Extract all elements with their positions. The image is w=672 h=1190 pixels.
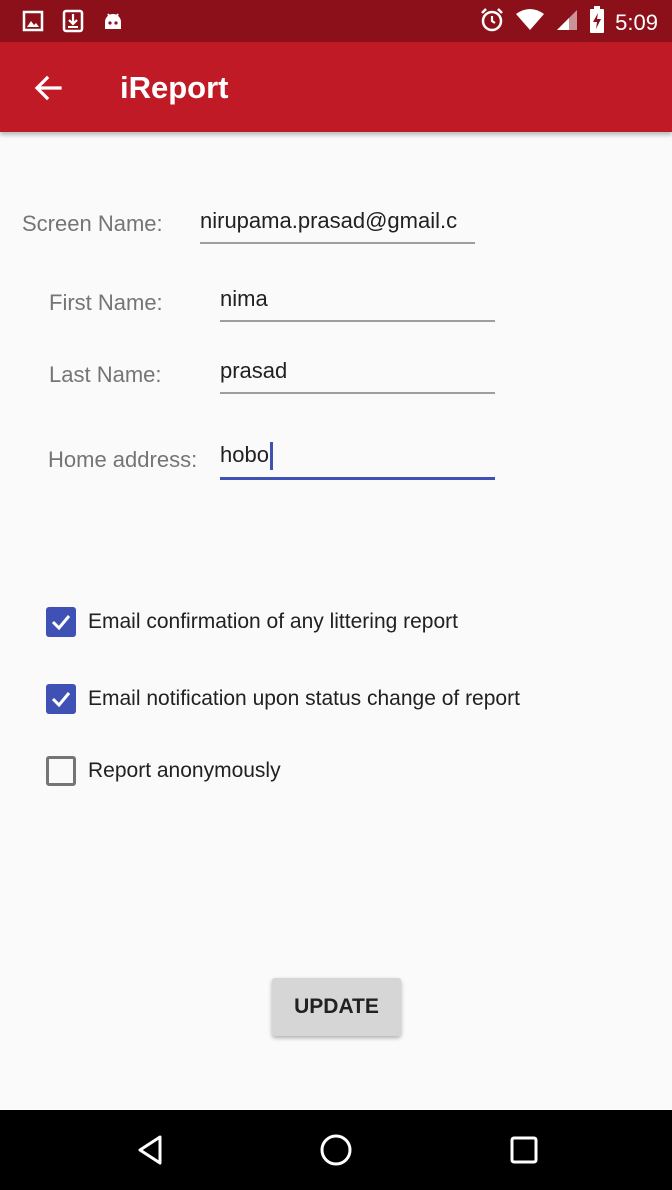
android-icon — [102, 10, 124, 37]
first-name-field[interactable]: nima — [220, 274, 495, 322]
wifi-icon — [515, 8, 545, 37]
home-address-field[interactable]: hobo — [220, 432, 495, 480]
last-name-underline — [220, 392, 495, 394]
text-cursor — [269, 442, 273, 470]
home-address-value: hobo — [220, 441, 269, 467]
screen-name-value: nirupama.prasad@gmail.c — [200, 208, 458, 233]
notification-icons — [22, 9, 124, 38]
navigation-bar — [0, 1110, 672, 1190]
battery-charging-icon — [589, 6, 605, 39]
nav-home-icon[interactable] — [318, 1132, 354, 1168]
checkbox-label: Email confirmation of any littering repo… — [88, 610, 458, 633]
screen-name-label: Screen Name: — [22, 211, 163, 236]
download-icon — [62, 9, 84, 38]
nav-back-icon[interactable] — [132, 1132, 168, 1168]
nav-recents-icon[interactable] — [506, 1132, 542, 1168]
status-bar: 5:09 — [0, 0, 672, 42]
screen-name-underline — [200, 242, 475, 244]
last-name-value: prasad — [220, 358, 288, 383]
home-address-underline — [220, 477, 495, 480]
app-title: iReport — [120, 70, 229, 105]
checkbox-email-notification[interactable]: Email notification upon status change of… — [46, 684, 520, 714]
last-name-label: Last Name: — [49, 362, 162, 387]
home-address-label: Home address: — [48, 447, 198, 472]
image-icon — [22, 10, 44, 37]
update-button[interactable]: UPDATE — [272, 978, 401, 1036]
home-address-value-wrap: hobo — [220, 442, 273, 470]
checkbox-label: Email notification upon status change of… — [88, 687, 520, 710]
app-bar: iReport — [0, 42, 672, 132]
first-name-underline — [220, 320, 495, 322]
first-name-label: First Name: — [49, 290, 163, 315]
checkbox-report-anonymously[interactable]: Report anonymously — [46, 756, 281, 786]
alarm-icon — [479, 7, 505, 38]
last-name-field[interactable]: prasad — [220, 346, 495, 394]
checkbox-checked-icon[interactable] — [46, 684, 76, 714]
checkbox-unchecked-icon[interactable] — [46, 756, 76, 786]
checkbox-label: Report anonymously — [88, 759, 281, 782]
clock-time: 5:09 — [615, 9, 658, 35]
first-name-value: nima — [220, 286, 268, 311]
checkbox-email-confirmation[interactable]: Email confirmation of any littering repo… — [46, 607, 458, 637]
back-arrow-icon[interactable] — [28, 68, 68, 108]
checkbox-checked-icon[interactable] — [46, 607, 76, 637]
signal-icon — [555, 8, 579, 37]
screen-name-field[interactable]: nirupama.prasad@gmail.c — [200, 196, 475, 244]
system-icons: 5:09 — [479, 6, 658, 39]
